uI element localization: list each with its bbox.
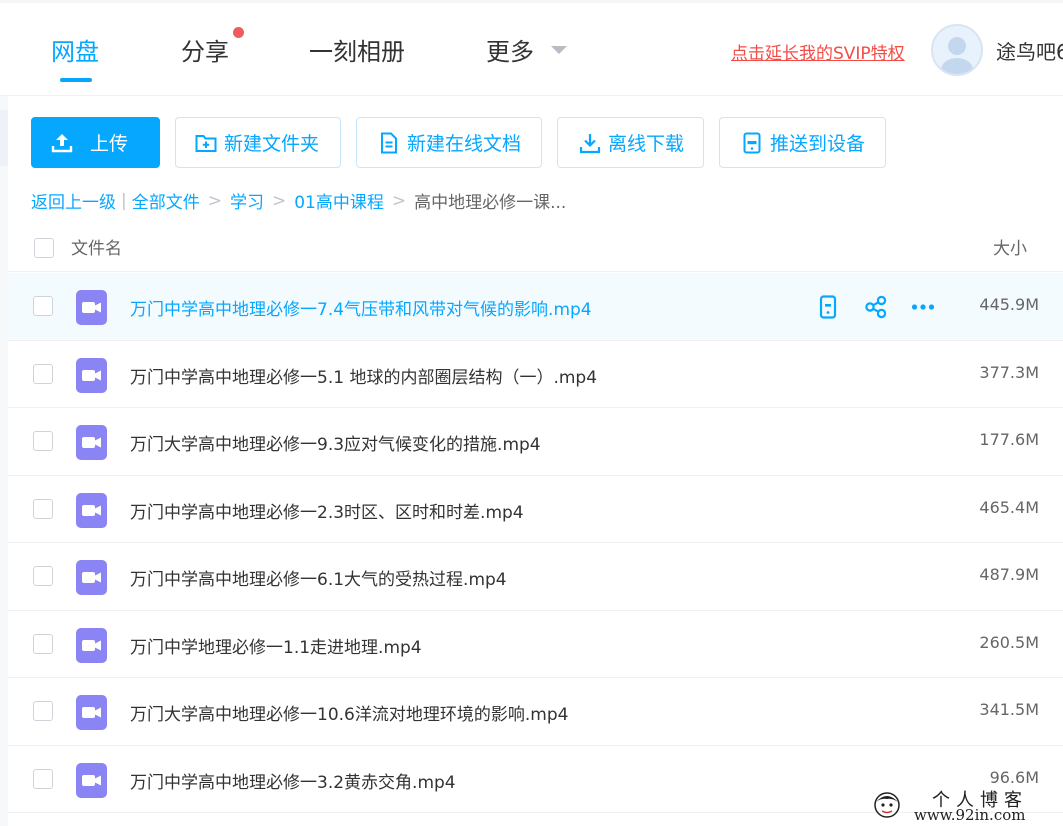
breadcrumb-current: 高中地理必修一课... [414, 193, 567, 213]
push-device-icon[interactable] [814, 293, 842, 321]
video-file-icon [76, 357, 107, 393]
notification-dot [233, 27, 244, 38]
offline-download-label: 离线下载 [608, 133, 685, 155]
avatar[interactable] [931, 24, 983, 76]
file-size: 487.9M [979, 565, 1039, 584]
table-row[interactable]: 万门中学高中地理必修一5.1 地球的内部圈层结构（一）.mp4 377.3M [8, 341, 1063, 408]
offline-download-button[interactable]: 离线下载 [557, 117, 704, 168]
download-icon [579, 133, 601, 153]
file-size: 445.9M [979, 295, 1039, 314]
row-checkbox[interactable] [33, 768, 53, 789]
column-header-filename[interactable]: 文件名 [71, 234, 122, 259]
video-file-icon [76, 762, 107, 798]
breadcrumb: 返回上一级 | 全部文件 > 学习 > 01高中课程 > 高中地理必修一课... [31, 188, 567, 214]
blog-mascot-icon [874, 792, 900, 818]
row-checkbox[interactable] [33, 296, 53, 316]
video-file-icon [76, 492, 107, 528]
file-name[interactable]: 万门中学地理必修一1.1走进地理.mp4 [130, 633, 422, 658]
table-row[interactable]: 万门大学高中地理必修一10.6洋流对地理环境的影响.mp4 341.5M [8, 678, 1063, 746]
tab-album[interactable]: 一刻相册 [309, 32, 405, 67]
table-header: 文件名 大小 [8, 222, 1063, 272]
new-online-doc-button[interactable]: 新建在线文档 [356, 117, 542, 168]
video-file-icon [76, 560, 107, 595]
top-border [0, 0, 1063, 3]
watermark: 个人博客 www.92in.com [870, 784, 1063, 826]
file-name[interactable]: 万门中学高中地理必修一5.1 地球的内部圈层结构（一）.mp4 [130, 363, 597, 388]
push-to-device-button[interactable]: 推送到设备 [719, 117, 886, 168]
tab-netdisk[interactable]: 网盘 [51, 32, 99, 67]
new-folder-icon [195, 134, 217, 152]
file-size: 260.5M [979, 632, 1039, 652]
row-checkbox[interactable] [33, 498, 53, 519]
table-row[interactable]: 万门中学地理必修一1.1走进地理.mp4 260.5M [8, 611, 1063, 678]
push-to-device-label: 推送到设备 [770, 133, 866, 155]
file-list: 万门中学高中地理必修一7.4气压带和风带对气候的影响.mp4 445.9M 万门… [8, 273, 1063, 813]
upload-button[interactable]: 上传 [31, 117, 160, 168]
file-name[interactable]: 万门中学高中地理必修一2.3时区、区时和时差.mp4 [130, 498, 524, 523]
select-all-checkbox[interactable] [34, 238, 54, 258]
file-size: 177.6M [979, 430, 1039, 449]
row-checkbox[interactable] [33, 431, 53, 451]
row-checkbox[interactable] [33, 633, 53, 654]
new-online-doc-label: 新建在线文档 [407, 133, 522, 155]
new-folder-button[interactable]: 新建文件夹 [175, 117, 341, 168]
file-name[interactable]: 万门大学高中地理必修一9.3应对气候变化的措施.mp4 [130, 430, 541, 455]
upload-icon [51, 133, 73, 152]
table-row[interactable]: 万门中学高中地理必修一2.3时区、区时和时差.mp4 465.4M [8, 476, 1063, 543]
file-name[interactable]: 万门中学高中地理必修一3.2黄赤交角.mp4 [130, 768, 456, 793]
watermark-url: www.92in.com [914, 806, 1026, 824]
username[interactable]: 途鸟吧6 [996, 36, 1063, 65]
file-name[interactable]: 万门中学高中地理必修一6.1大气的受热过程.mp4 [130, 565, 507, 590]
device-icon [743, 132, 761, 153]
file-name[interactable]: 万门中学高中地理必修一7.4气压带和风带对气候的影响.mp4 [130, 295, 592, 320]
breadcrumb-back-link[interactable]: 返回上一级 [31, 188, 116, 213]
document-icon [381, 132, 397, 153]
row-checkbox[interactable] [33, 566, 53, 586]
video-file-icon [76, 290, 107, 325]
chevron-down-icon[interactable] [551, 46, 567, 54]
svip-renew-link[interactable]: 点击延长我的SVIP特权 [731, 39, 905, 64]
breadcrumb-separator: > [271, 190, 287, 211]
breadcrumb-separator: > [391, 190, 407, 211]
top-nav: 网盘 分享 一刻相册 更多 点击延长我的SVIP特权 途鸟吧6 [0, 0, 1063, 96]
row-checkbox[interactable] [33, 701, 53, 721]
share-icon[interactable] [862, 293, 890, 321]
video-file-icon [76, 425, 107, 460]
column-header-size[interactable]: 大小 [993, 234, 1027, 259]
active-tab-indicator [60, 78, 92, 82]
breadcrumb-divider: | [121, 190, 127, 211]
table-row[interactable]: 万门中学高中地理必修一7.4气压带和风带对气候的影响.mp4 445.9M [8, 273, 1063, 341]
user-avatar-icon [941, 37, 973, 74]
file-size: 341.5M [979, 700, 1039, 719]
upload-label: 上传 [90, 133, 129, 155]
sidebar-edge-highlight [0, 110, 8, 166]
more-icon[interactable] [909, 293, 937, 321]
table-row[interactable]: 万门大学高中地理必修一9.3应对气候变化的措施.mp4 177.6M [8, 408, 1063, 476]
row-checkbox[interactable] [33, 363, 53, 384]
breadcrumb-item-all-files[interactable]: 全部文件 [132, 188, 200, 213]
video-file-icon [76, 695, 107, 730]
tab-share[interactable]: 分享 [181, 32, 229, 67]
breadcrumb-separator: > [207, 190, 222, 211]
table-row[interactable]: 万门中学高中地理必修一6.1大气的受热过程.mp4 487.9M [8, 543, 1063, 611]
file-size: 377.3M [979, 362, 1039, 382]
sidebar-edge [0, 96, 8, 826]
breadcrumb-item-study[interactable]: 学习 [230, 188, 264, 213]
video-file-icon [76, 627, 107, 663]
breadcrumb-item-highschool[interactable]: 01高中课程 [294, 188, 384, 213]
file-size: 465.4M [979, 497, 1039, 517]
tab-more[interactable]: 更多 [486, 32, 534, 67]
new-folder-label: 新建文件夹 [224, 133, 320, 155]
app-window: 网盘 分享 一刻相册 更多 点击延长我的SVIP特权 途鸟吧6 上传 新建文件夹 [0, 0, 1063, 826]
file-name[interactable]: 万门大学高中地理必修一10.6洋流对地理环境的影响.mp4 [130, 700, 568, 725]
